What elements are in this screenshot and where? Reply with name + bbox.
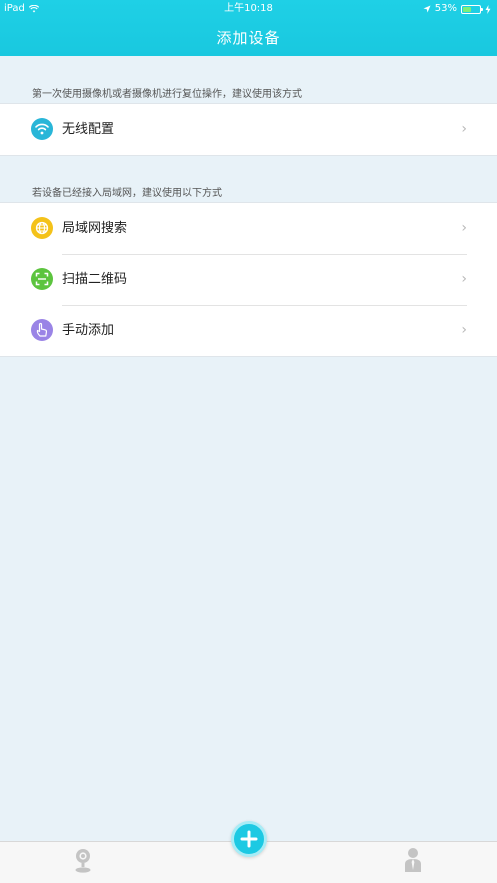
- battery-icon: [461, 4, 483, 14]
- section-hint-lan: 若设备已经接入局域网，建议使用以下方式: [32, 188, 222, 199]
- group-lan: 局域网搜索 › 扫描二维码 › 手动添加 ›: [0, 202, 497, 357]
- menu-item-label: 扫描二维码: [62, 272, 128, 287]
- menu-item-scan-qr[interactable]: 扫描二维码 ›: [0, 254, 497, 305]
- chevron-right-icon: ›: [461, 121, 467, 137]
- add-icon: [240, 830, 258, 848]
- page-title: 添加设备: [216, 29, 281, 47]
- group-first-use: 无线配置 ›: [0, 103, 497, 156]
- menu-item-label: 无线配置: [62, 122, 115, 137]
- menu-item-manual-add[interactable]: 手动添加 ›: [0, 305, 497, 356]
- status-bar: iPad 上午10:18 53%: [0, 0, 497, 18]
- camera-icon[interactable]: [73, 848, 93, 874]
- section-hint-first-use: 第一次使用摄像机或者摄像机进行复位操作，建议使用该方式: [32, 89, 302, 100]
- location-icon: [423, 5, 431, 13]
- user-icon[interactable]: [403, 846, 423, 874]
- battery-percent: 53%: [434, 3, 457, 14]
- add-button[interactable]: [231, 821, 267, 857]
- status-right: 53%: [423, 0, 491, 18]
- menu-item-label: 手动添加: [62, 323, 115, 338]
- menu-item-label: 局域网搜索: [62, 221, 128, 236]
- wifi-icon: [31, 118, 53, 140]
- qr-scan-icon: [31, 268, 53, 290]
- chevron-right-icon: ›: [461, 322, 467, 338]
- menu-item-lan-search[interactable]: 局域网搜索 ›: [0, 203, 497, 254]
- menu-item-wireless-config[interactable]: 无线配置 ›: [0, 104, 497, 155]
- hand-icon: [31, 319, 53, 341]
- top-bar: iPad 上午10:18 53% 添加设备: [0, 0, 497, 56]
- charging-icon: [485, 4, 491, 14]
- chevron-right-icon: ›: [461, 271, 467, 287]
- globe-icon: [31, 217, 53, 239]
- chevron-right-icon: ›: [461, 220, 467, 236]
